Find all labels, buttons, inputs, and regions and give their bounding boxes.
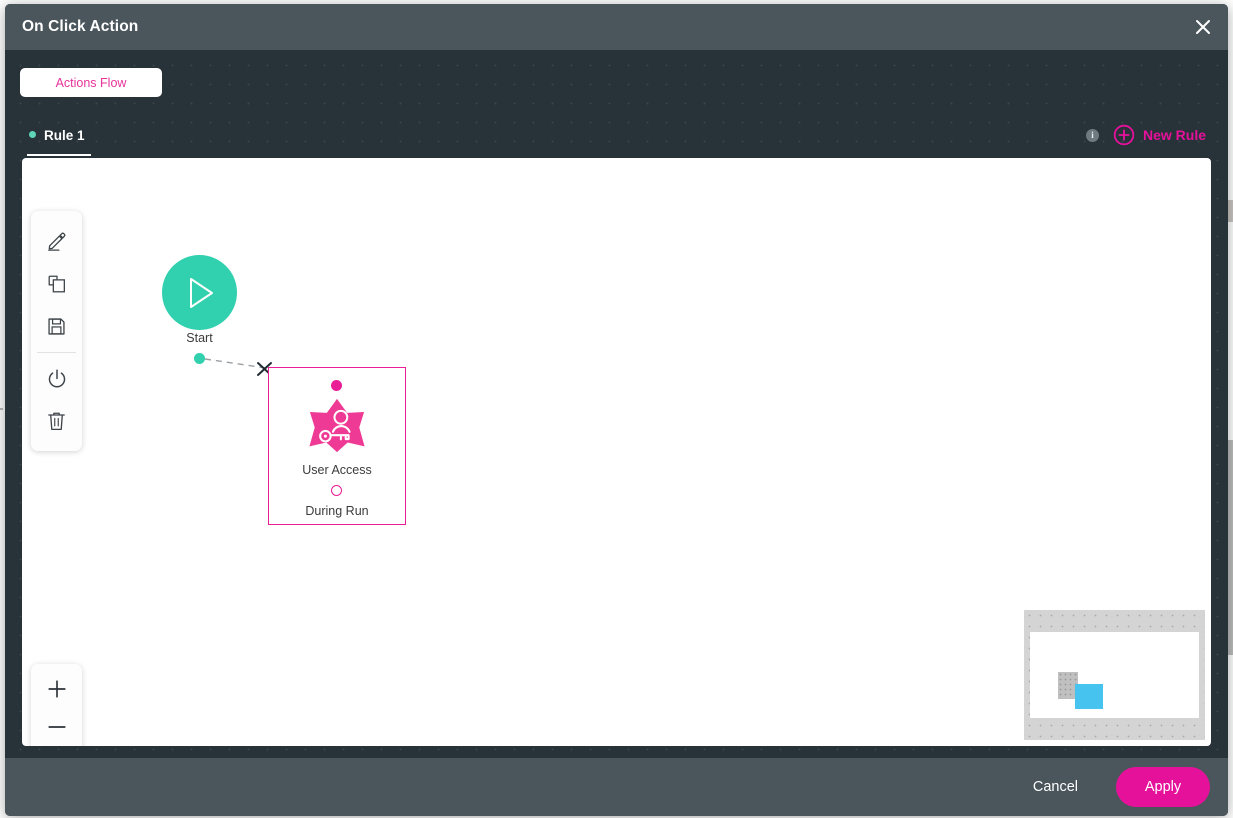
info-icon[interactable]: i [1085,128,1099,142]
minus-icon [47,726,66,728]
cancel-button[interactable]: Cancel [1021,771,1090,803]
on-click-action-dialog: On Click Action Actions Flow Rule 1 i Ne… [5,4,1228,816]
plus-circle-icon [1113,124,1135,146]
zoom-in-button[interactable] [31,670,82,708]
zoom-toolbar [31,664,82,746]
apply-button[interactable]: Apply [1116,767,1210,807]
rule-bar-actions: i New Rule [1085,124,1206,146]
canvas-toolbar [31,211,82,451]
background-artifact-right-top [1228,200,1233,222]
copy-icon [48,275,65,292]
minimap[interactable] [1024,610,1205,740]
node-start-label: Start [186,331,213,345]
rule-status-dot [29,131,36,138]
duplicate-tool[interactable] [31,262,82,305]
background-artifact-right-bottom [1228,440,1233,655]
close-icon[interactable] [1188,12,1218,42]
minimap-viewport[interactable] [1030,632,1199,718]
node-user-access[interactable]: User Access During Run [268,367,406,525]
dialog-header: On Click Action [5,4,1228,50]
play-icon [189,277,213,308]
plus-icon [47,680,66,698]
node-trigger-port[interactable] [330,485,342,496]
power-icon [48,368,65,387]
toolbar-divider [37,352,76,353]
rule-tab-bar: Rule 1 i New Rule [5,110,1228,156]
node-title: User Access [302,463,372,477]
user-key-star-icon [309,398,365,453]
node-subtitle: During Run [305,504,369,518]
tab-actions-flow[interactable]: Actions Flow [20,68,162,97]
tab-actions-flow-label: Actions Flow [55,75,127,90]
pencil-icon [47,232,65,251]
delete-tool[interactable] [31,400,82,443]
trash-icon [48,412,65,431]
node-start-output-port[interactable] [194,353,205,364]
dialog-body: Actions Flow Rule 1 i New Rule Start Use… [5,50,1228,758]
background-artifact-left [0,408,3,410]
save-tool[interactable] [31,305,82,348]
dialog-footer: Cancel Apply [5,758,1228,816]
add-new-rule-button[interactable]: New Rule [1113,124,1206,146]
node-start[interactable] [162,255,237,330]
floppy-disk-icon [48,318,65,335]
dialog-title: On Click Action [22,18,139,35]
rule-tab-label: Rule 1 [44,127,85,143]
flow-canvas[interactable]: Start User Access During Run [22,158,1211,746]
power-tool[interactable] [31,357,82,400]
node-input-port[interactable] [331,380,342,391]
zoom-out-button[interactable] [31,708,82,746]
edit-tool[interactable] [31,219,82,262]
minimap-node-action [1075,684,1103,709]
add-new-rule-label: New Rule [1142,127,1206,143]
rule-tab-rule-1[interactable]: Rule 1 [27,116,91,156]
